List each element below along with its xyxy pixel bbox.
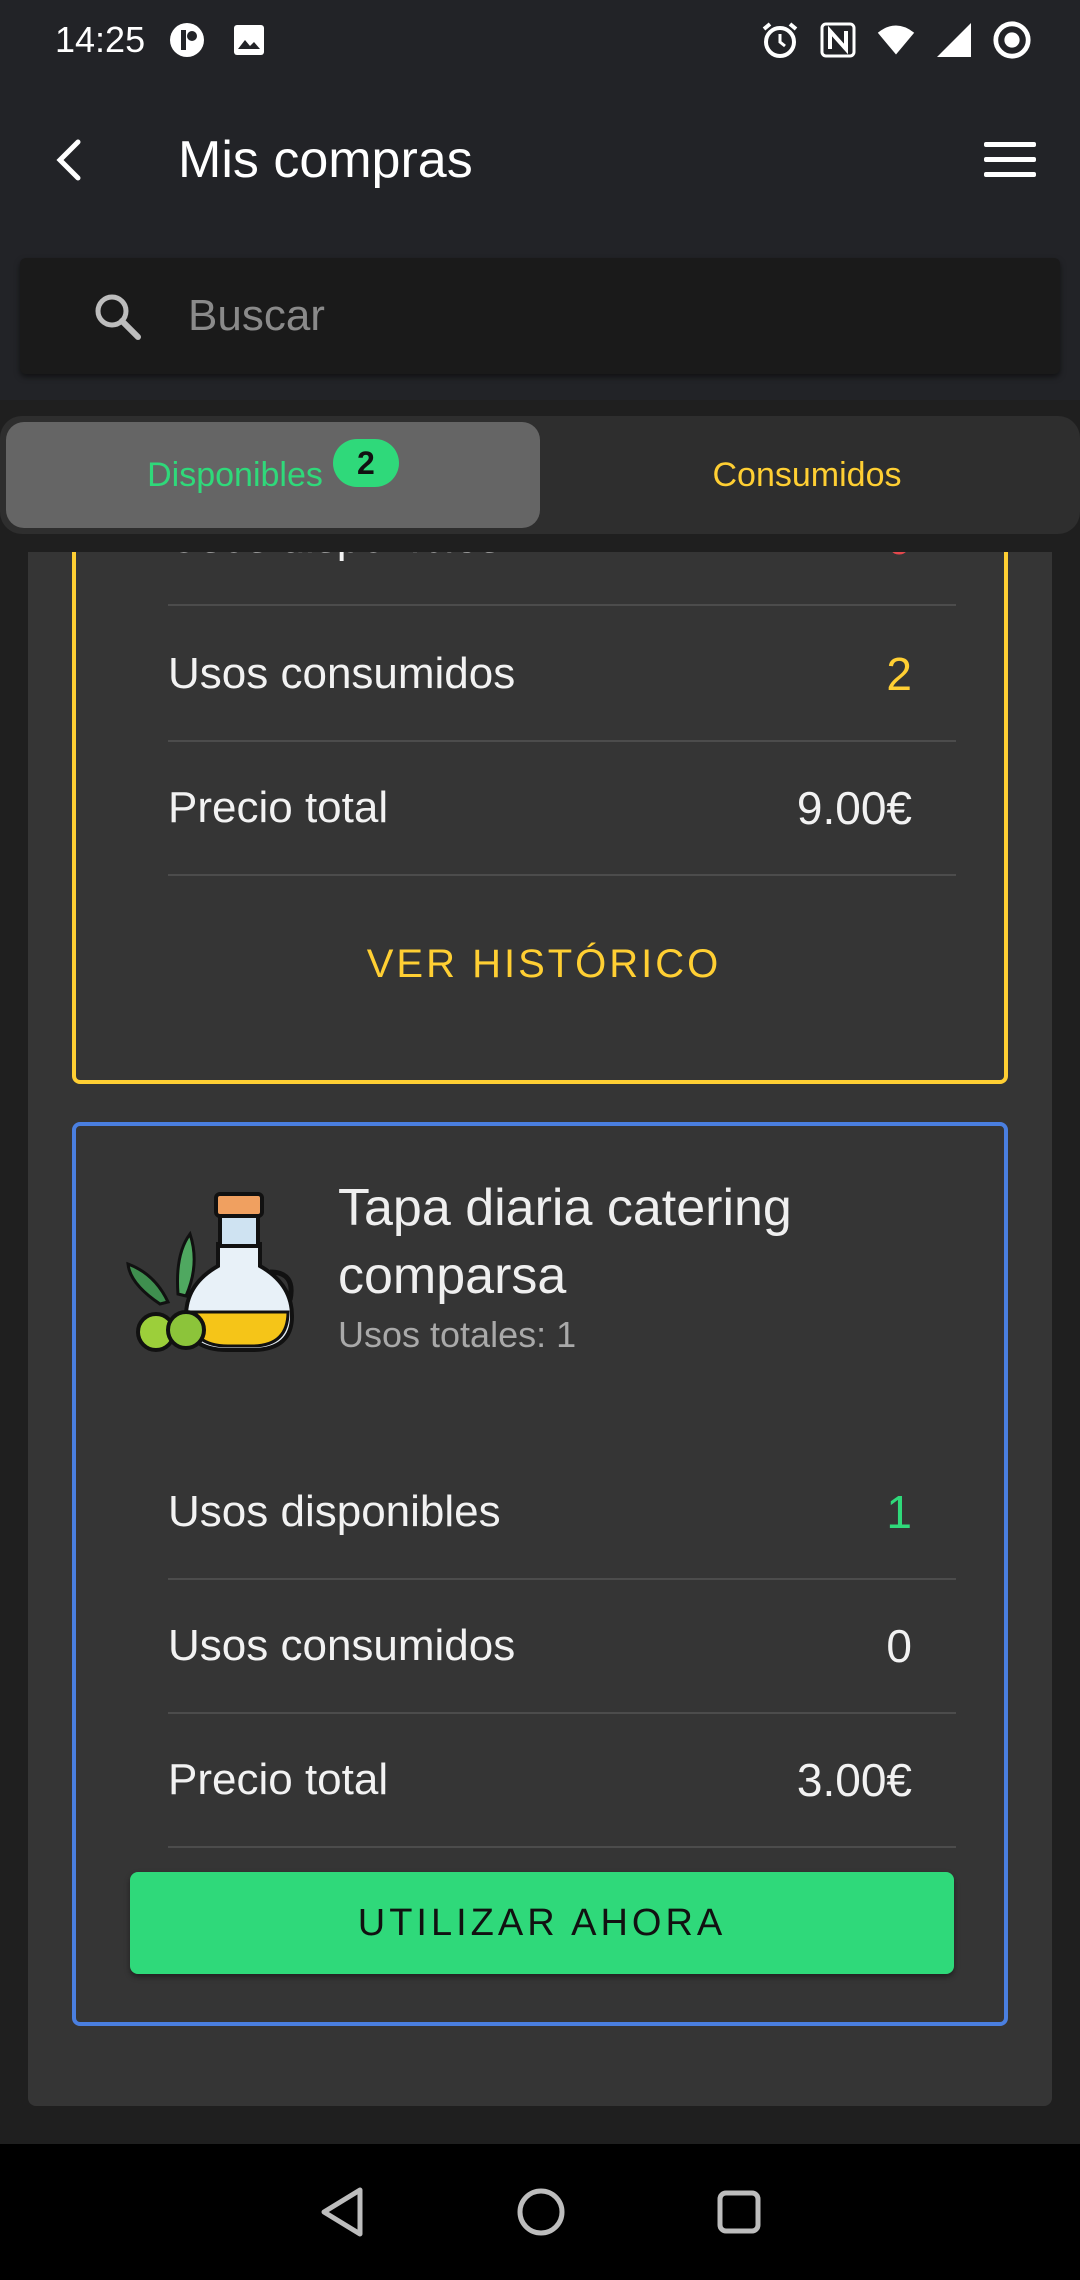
row-label: Usos disponibles xyxy=(168,1487,501,1536)
row-precio-total: Precio total 9.00€ xyxy=(168,742,956,876)
nav-home-icon[interactable] xyxy=(516,2187,566,2237)
row-label: Usos disponibles xyxy=(168,552,501,563)
row-label: Usos consumidos xyxy=(168,649,516,698)
search-area xyxy=(0,240,1080,400)
app-notification-icon xyxy=(167,20,207,60)
row-value: 2 xyxy=(886,648,912,700)
row-usos-disponibles: Usos disponibles 0 xyxy=(168,552,956,606)
tab-consumidos[interactable]: Consumidos xyxy=(540,422,1074,528)
search-bar[interactable] xyxy=(20,258,1060,374)
nav-back-icon[interactable] xyxy=(318,2186,366,2238)
nfc-icon xyxy=(818,20,858,60)
status-time: 14:25 xyxy=(55,19,146,60)
row-usos-disponibles: Usos disponibles 1 xyxy=(168,1446,956,1580)
nav-recents-icon[interactable] xyxy=(716,2189,762,2235)
search-icon xyxy=(62,291,172,341)
utilizar-ahora-button[interactable]: UTILIZAR AHORA xyxy=(130,1872,954,1974)
menu-button[interactable] xyxy=(940,80,1080,240)
tab-consumidos-label: Consumidos xyxy=(712,455,902,494)
row-value: 0 xyxy=(886,552,912,565)
purchase-card-available: Tapa diaria catering comparsa Usos total… xyxy=(72,1122,1008,2026)
row-value: 0 xyxy=(886,1620,912,1672)
wifi-icon xyxy=(876,20,916,60)
back-arrow-icon xyxy=(56,139,81,181)
tabs-area: Disponibles 2 Consumidos xyxy=(0,400,1080,552)
row-label: Precio total xyxy=(168,783,389,832)
purchases-list[interactable]: Usos disponibles 0 Usos consumidos 2 Pre… xyxy=(0,552,1080,2144)
status-bar: 14:25 xyxy=(0,0,1080,80)
row-label: Precio total xyxy=(168,1755,389,1804)
alarm-icon xyxy=(760,20,800,60)
ver-historico-button[interactable]: VER HISTÓRICO xyxy=(76,904,1012,1024)
search-input[interactable] xyxy=(186,290,986,342)
row-usos-consumidos: Usos consumidos 2 xyxy=(168,608,956,742)
product-total-uses: Usos totales: 1 xyxy=(338,1314,577,1355)
page-title: Mis compras xyxy=(178,131,473,189)
app-bar: Mis compras xyxy=(0,80,1080,240)
row-usos-consumidos: Usos consumidos 0 xyxy=(168,1580,956,1714)
row-value: 1 xyxy=(886,1486,912,1538)
battery-saver-icon xyxy=(992,20,1032,60)
tab-disponibles-label: Disponibles xyxy=(147,455,323,494)
olive-oil-icon xyxy=(120,1184,302,1366)
row-precio-total: Precio total 3.00€ xyxy=(168,1714,956,1848)
signal-icon xyxy=(934,20,974,60)
hamburger-menu-icon xyxy=(984,142,1036,177)
product-title: Tapa diaria catering comparsa xyxy=(338,1179,792,1305)
tab-disponibles-badge: 2 xyxy=(332,439,399,487)
tab-disponibles[interactable]: Disponibles 2 xyxy=(6,422,540,528)
purchase-card-consumed: Usos disponibles 0 Usos consumidos 2 Pre… xyxy=(72,552,1008,1084)
row-value: 9.00€ xyxy=(796,782,912,834)
row-value: 3.00€ xyxy=(796,1754,912,1806)
system-nav-bar xyxy=(0,2144,1080,2280)
back-button[interactable] xyxy=(0,80,140,240)
row-label: Usos consumidos xyxy=(168,1621,516,1670)
tab-bar: Disponibles 2 Consumidos xyxy=(0,416,1080,534)
image-notification-icon xyxy=(229,20,269,60)
